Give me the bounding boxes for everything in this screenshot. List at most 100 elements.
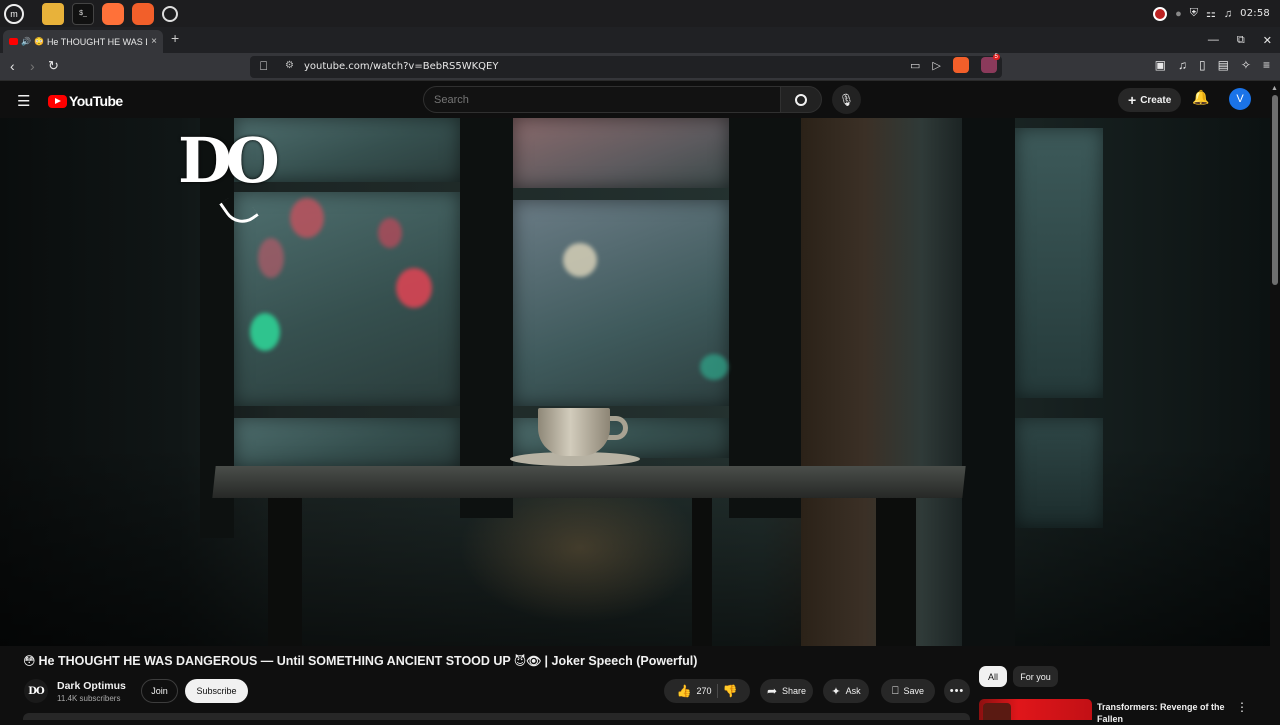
- rewards-count: 5: [992, 54, 1000, 60]
- share-icon: ➦: [766, 684, 778, 698]
- window-mullion: [962, 118, 1015, 646]
- forward-icon[interactable]: ›: [30, 58, 35, 74]
- clock[interactable]: 02:58: [1240, 8, 1270, 19]
- reload-icon[interactable]: ↻: [48, 58, 59, 74]
- video-title: 😳 He THOUGHT HE WAS DANGEROUS — Until SO…: [23, 654, 963, 668]
- youtube-favicon-icon: [9, 38, 18, 45]
- chip-for-you[interactable]: For you: [1013, 666, 1058, 687]
- tab-title: He THOUGHT HE WAS DANGEROUS: [46, 36, 147, 47]
- ask-button[interactable]: ✦ Ask: [823, 679, 869, 703]
- recommended-title[interactable]: Transformers: Revenge of the Fallen: [1097, 701, 1227, 725]
- table-leg: [692, 498, 712, 646]
- like-divider: [716, 684, 718, 698]
- tab-close-icon[interactable]: ×: [151, 36, 157, 47]
- search-button[interactable]: [780, 86, 822, 113]
- video-player[interactable]: DO: [0, 118, 1270, 646]
- cast-icon[interactable]: ▭: [910, 59, 920, 72]
- system-tray: ● ⛨ ⚏ ♫ 02:58: [1153, 0, 1270, 27]
- share-label: Share: [782, 686, 807, 696]
- firefox-icon[interactable]: [102, 2, 124, 25]
- maximize-icon[interactable]: ⧉: [1237, 34, 1245, 47]
- channel-name[interactable]: Dark Optimus: [57, 680, 126, 692]
- brave-rewards-icon[interactable]: 5: [980, 54, 1000, 73]
- dislike-button[interactable]: 👎: [723, 684, 738, 698]
- description-box[interactable]: [23, 713, 970, 720]
- url-text[interactable]: youtube.com/watch?v=BebRS5WKQEY: [304, 61, 498, 72]
- more-actions-button[interactable]: •••: [944, 679, 970, 703]
- video-title-text: He THOUGHT HE WAS DANGEROUS — Until SOME…: [38, 654, 511, 668]
- hamburger-menu-icon[interactable]: ☰: [17, 92, 30, 110]
- close-window-icon[interactable]: ✕: [1263, 34, 1272, 47]
- join-button[interactable]: Join: [141, 679, 178, 703]
- save-label: Save: [903, 686, 925, 696]
- microphone-icon: 🎙: [838, 92, 855, 107]
- bookmark-save-icon: ⎕: [891, 684, 899, 697]
- new-tab-button[interactable]: +: [171, 30, 179, 46]
- youtube-header: ☰ YouTube 🎙 + Create 🔔 V: [0, 81, 1270, 118]
- brave-shields-icon[interactable]: [952, 57, 969, 73]
- notifications-bell-icon[interactable]: 🔔: [1192, 89, 1209, 106]
- bokeh-light: [290, 198, 324, 238]
- music-icon[interactable]: ♫: [1178, 58, 1187, 72]
- window-mullion: [729, 118, 801, 518]
- like-button[interactable]: 👍 270: [677, 684, 712, 698]
- vpn-icon[interactable]: ●: [1175, 8, 1182, 20]
- address-bar[interactable]: youtube.com/watch?v=BebRS5WKQEY: [250, 56, 1002, 78]
- subscriber-count: 11.4K subscribers: [57, 694, 121, 703]
- browser-menu-icon[interactable]: ≡: [1263, 58, 1270, 72]
- page-scrollbar[interactable]: ▲: [1270, 81, 1280, 720]
- omnibox-actions: ▭ ▷ 5: [910, 54, 1000, 73]
- create-button[interactable]: + Create: [1118, 88, 1182, 112]
- coffee-cup: [538, 408, 610, 456]
- settings-icon[interactable]: [162, 5, 178, 22]
- files-icon[interactable]: [42, 2, 64, 25]
- search-box[interactable]: [423, 86, 781, 113]
- share-button[interactable]: ➦ Share: [760, 679, 813, 703]
- voice-search-button[interactable]: 🎙: [832, 85, 861, 114]
- table-leg: [876, 498, 916, 646]
- wallet-icon[interactable]: ▤: [1218, 58, 1229, 72]
- subscribe-button[interactable]: Subscribe: [185, 679, 248, 703]
- bokeh-light: [563, 243, 597, 277]
- media-icon[interactable]: ▷: [932, 59, 940, 72]
- shield-icon[interactable]: ⛨: [1190, 7, 1198, 20]
- user-avatar[interactable]: V: [1229, 88, 1251, 110]
- site-info-icon[interactable]: ⚙: [285, 60, 294, 71]
- network-icon[interactable]: ⚏: [1206, 7, 1216, 20]
- mint-menu-icon[interactable]: m: [4, 3, 24, 24]
- screenshot-icon[interactable]: ▣: [1155, 58, 1166, 72]
- recommended-more-icon[interactable]: ⋮: [1236, 700, 1248, 714]
- leo-ai-icon[interactable]: ✧: [1241, 58, 1251, 72]
- video-frame: DO: [0, 118, 1270, 646]
- obs-icon[interactable]: [1153, 6, 1168, 21]
- thumbs-down-icon: 👎: [722, 684, 738, 698]
- youtube-logo[interactable]: YouTube: [48, 93, 123, 109]
- window-pane: [1015, 418, 1103, 528]
- minimize-icon[interactable]: —: [1208, 34, 1219, 46]
- terminal-icon[interactable]: $_: [72, 2, 94, 25]
- devil-eye-icon: 😈👁: [513, 654, 542, 668]
- save-button[interactable]: ⎕ Save: [881, 679, 935, 703]
- browser-tab[interactable]: 🔊 😳 He THOUGHT HE WAS DANGEROUS ×: [3, 30, 163, 53]
- window-pane: [234, 418, 460, 468]
- brave-icon[interactable]: [132, 2, 154, 25]
- recommended-thumbnail[interactable]: [979, 699, 1092, 720]
- bokeh-light: [250, 313, 280, 351]
- browser-toolbar: ‹ › ↻ youtube.com/watch?v=BebRS5WKQEY: [0, 53, 1280, 81]
- youtube-play-icon: [48, 94, 67, 108]
- chip-all[interactable]: All: [979, 666, 1007, 687]
- youtube-logo-text: YouTube: [69, 93, 123, 109]
- sidebar-icon[interactable]: ▯: [1199, 58, 1206, 72]
- bookmark-icon[interactable]: ⎕: [260, 59, 267, 74]
- bokeh-light: [258, 238, 284, 278]
- scrollbar-thumb[interactable]: [1272, 95, 1278, 285]
- window-pane: [513, 118, 729, 188]
- back-icon[interactable]: ‹: [10, 58, 15, 74]
- audio-playing-icon[interactable]: 🔊: [21, 37, 31, 46]
- window-mullion: [460, 118, 513, 518]
- search-input[interactable]: [434, 94, 764, 106]
- channel-avatar[interactable]: DO: [24, 679, 48, 703]
- window-pane: [1015, 128, 1103, 398]
- scroll-up-icon[interactable]: ▲: [1271, 85, 1278, 92]
- sound-icon[interactable]: ♫: [1224, 8, 1232, 20]
